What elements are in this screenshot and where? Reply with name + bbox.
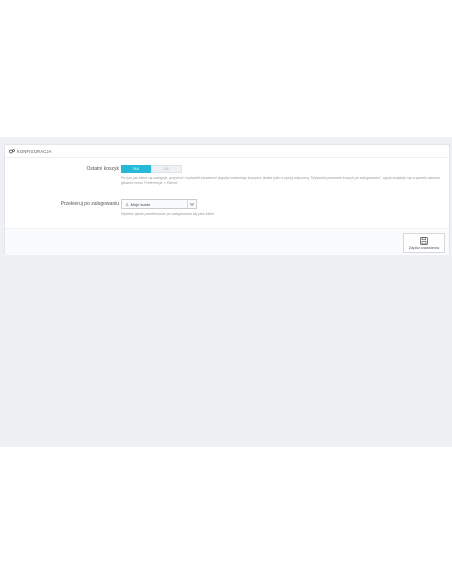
redirect-select-value: 2- Moje konto bbox=[126, 201, 151, 207]
cart-toggle-yes[interactable]: TAK bbox=[121, 165, 151, 173]
redirect-setting-label: Przekieruj po zalogowaniu bbox=[60, 201, 119, 207]
panel-title: KONFIGURACJA bbox=[17, 148, 52, 154]
panel-heading: KONFIGURACJA bbox=[5, 145, 449, 158]
cart-toggle[interactable]: TAK NIE bbox=[121, 165, 182, 173]
save-button[interactable]: Zapisz ustawienia bbox=[403, 233, 445, 253]
panel-footer: Zapisz ustawienia bbox=[5, 228, 449, 255]
cart-setting-label: Ostatni koszyk bbox=[86, 166, 119, 172]
redirect-setting-help: Wybierz gdzie przekierować po zalogowani… bbox=[121, 212, 215, 216]
cart-toggle-no[interactable]: NIE bbox=[150, 165, 182, 173]
floppy-disk-icon bbox=[420, 236, 428, 245]
save-button-label: Zapisz ustawienia bbox=[408, 245, 440, 250]
configuration-panel: KONFIGURACJA Ostatni koszyk TAK NIE Po t… bbox=[4, 144, 450, 255]
redirect-select[interactable]: 2- Moje konto bbox=[121, 199, 197, 209]
chevron-down-icon bbox=[187, 200, 196, 208]
cart-setting-help: Po tym jak klient się zaloguje, przywróć… bbox=[121, 176, 440, 185]
gears-icon bbox=[9, 148, 15, 154]
